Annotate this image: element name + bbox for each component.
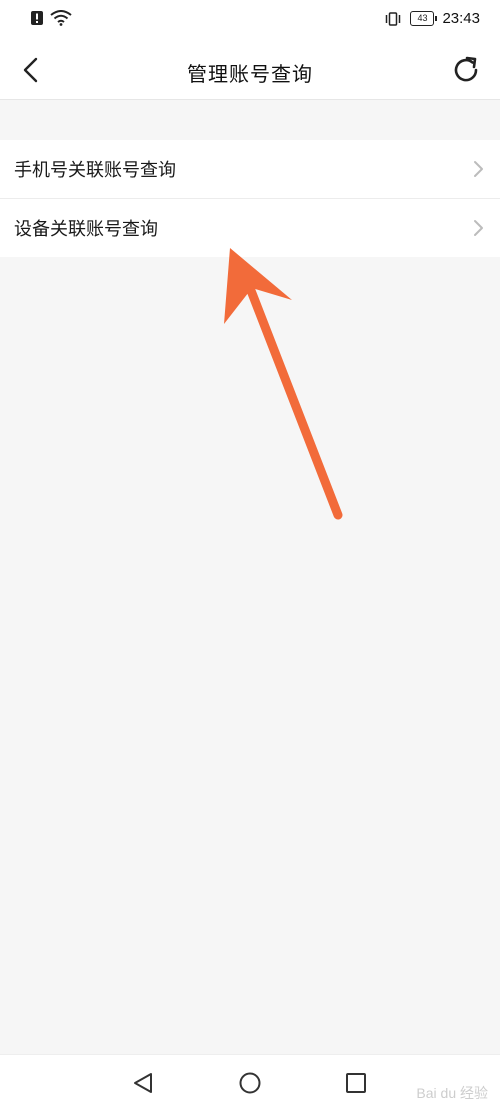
page-title: 管理账号查询 bbox=[187, 62, 313, 86]
watermark: Bai du 经验 bbox=[416, 1085, 488, 1101]
status-time: 23:43 bbox=[442, 10, 480, 27]
account-query-list: 手机号关联账号查询 设备关联账号查询 bbox=[0, 140, 500, 257]
vibrate-icon bbox=[386, 11, 401, 26]
refresh-button[interactable] bbox=[448, 52, 484, 88]
list-item-phone-linked-accounts[interactable]: 手机号关联账号查询 bbox=[0, 140, 500, 199]
refresh-icon bbox=[454, 56, 478, 82]
list-item-label: 设备关联账号查询 bbox=[14, 219, 158, 240]
wifi-icon bbox=[50, 10, 72, 26]
alert-icon bbox=[31, 11, 43, 25]
chevron-right-icon bbox=[474, 220, 483, 236]
system-nav-bar: Bai du 经验 bbox=[0, 1054, 500, 1111]
nav-bar: 管理账号查询 bbox=[0, 42, 500, 100]
status-right: 43 23:43 bbox=[384, 10, 480, 27]
chevron-right-icon bbox=[474, 161, 483, 177]
list-item-label: 手机号关联账号查询 bbox=[14, 160, 176, 181]
nav-home-icon[interactable] bbox=[238, 1071, 262, 1095]
status-left bbox=[30, 10, 72, 26]
nav-recent-icon[interactable] bbox=[344, 1071, 368, 1095]
status-bar: 43 23:43 bbox=[0, 0, 500, 42]
nav-back-icon[interactable] bbox=[130, 1071, 156, 1095]
battery-icon: 43 bbox=[410, 11, 438, 26]
list-item-device-linked-accounts[interactable]: 设备关联账号查询 bbox=[0, 199, 500, 257]
